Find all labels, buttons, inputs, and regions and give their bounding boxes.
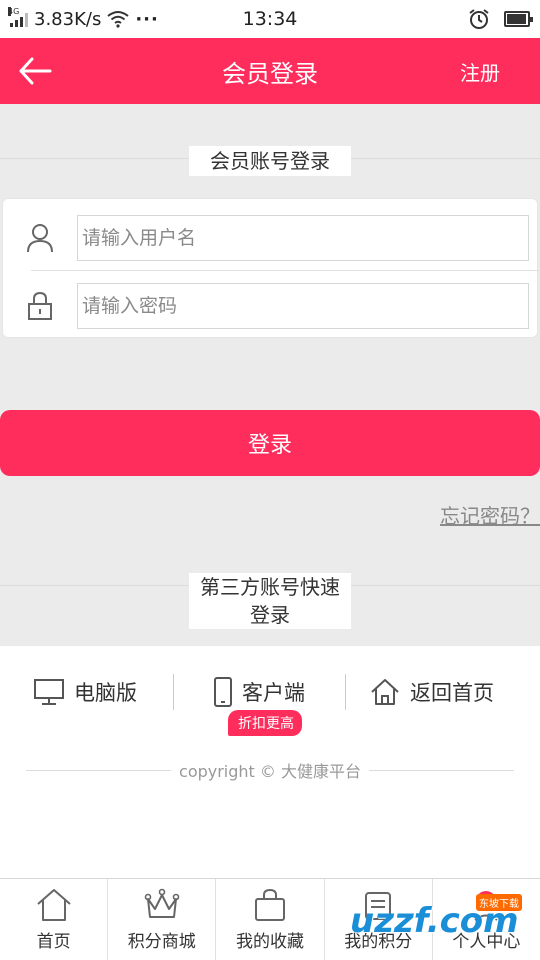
client-app-link[interactable]: 客户端 bbox=[214, 677, 305, 707]
password-row bbox=[3, 271, 539, 341]
platform-separator bbox=[345, 674, 346, 710]
password-input[interactable] bbox=[77, 283, 529, 329]
network-type: 4G bbox=[8, 7, 20, 16]
status-bar: 4G 3.83K/s ··· 13:34 bbox=[0, 0, 540, 38]
signal-icon: 4G bbox=[8, 7, 28, 27]
user-center-icon bbox=[474, 891, 499, 921]
battery-fill bbox=[507, 14, 526, 24]
points-icon bbox=[365, 892, 392, 920]
bottom-nav: 首页 积分商城 我的收藏 我的积分 个人中心 bbox=[0, 878, 540, 960]
more-status-icon: ··· bbox=[135, 8, 159, 30]
nav-item-label: 积分商城 bbox=[127, 932, 196, 952]
nav-item-points-mall[interactable]: 积分商城 bbox=[108, 879, 217, 960]
register-link[interactable]: 注册 bbox=[460, 57, 500, 86]
platform-separator bbox=[173, 674, 174, 710]
client-app-label: 客户端 bbox=[242, 681, 305, 705]
alarm-icon bbox=[469, 9, 489, 29]
copyright-row: copyright © 大健康平台 bbox=[26, 758, 515, 782]
back-to-home-label: 返回首页 bbox=[410, 681, 494, 705]
username-input[interactable] bbox=[77, 215, 529, 261]
nav-item-label: 我的积分 bbox=[344, 932, 413, 952]
app-header: 会员登录 注册 bbox=[0, 38, 540, 104]
back-button[interactable] bbox=[0, 38, 70, 104]
username-row bbox=[3, 203, 539, 273]
discount-badge: 折扣更高 bbox=[228, 710, 302, 736]
home-icon bbox=[371, 679, 399, 705]
login-section-title: 会员账号登录 bbox=[189, 146, 351, 176]
status-left: 4G 3.83K/s ··· bbox=[8, 7, 159, 30]
platform-links: 电脑版 客户端 返回首页 bbox=[0, 672, 540, 712]
crown-icon bbox=[144, 888, 180, 918]
arrow-left-icon bbox=[19, 57, 52, 85]
status-right bbox=[468, 8, 533, 30]
monitor-icon bbox=[34, 679, 64, 705]
forgot-password-link[interactable]: 忘记密码？ bbox=[440, 500, 540, 529]
back-to-home-link[interactable]: 返回首页 bbox=[370, 677, 494, 707]
nav-item-label: 首页 bbox=[36, 932, 71, 952]
nav-item-favorites[interactable]: 我的收藏 bbox=[216, 879, 325, 960]
nav-item-label: 我的收藏 bbox=[236, 932, 304, 952]
page-title: 会员登录 bbox=[222, 59, 318, 88]
wifi-icon bbox=[107, 11, 129, 28]
copyright-line bbox=[26, 769, 172, 771]
network-speed: 3.83K/s bbox=[34, 8, 102, 30]
copyright-line bbox=[369, 769, 515, 771]
copyright-text: copyright © 大健康平台 bbox=[179, 762, 361, 781]
nav-item-home[interactable]: 首页 bbox=[0, 879, 109, 960]
third-party-title-line2: 登录 bbox=[250, 603, 290, 627]
nav-item-user-center[interactable]: 个人中心 bbox=[433, 879, 540, 960]
user-icon bbox=[3, 223, 77, 253]
desktop-version-label: 电脑版 bbox=[74, 681, 137, 705]
login-button[interactable]: 登录 bbox=[0, 410, 540, 476]
battery-icon bbox=[504, 11, 533, 27]
nav-item-my-points[interactable]: 我的积分 bbox=[325, 879, 433, 960]
platform-panel: 电脑版 客户端 返回首页 折扣更高 copyright © 大健康平台 bbox=[0, 646, 540, 878]
login-form bbox=[2, 198, 539, 341]
nav-item-label: 个人中心 bbox=[452, 932, 521, 952]
third-party-section-title: 第三方账号快速 登录 bbox=[189, 573, 351, 629]
desktop-version-link[interactable]: 电脑版 bbox=[34, 677, 137, 707]
bag-icon bbox=[255, 888, 285, 921]
lock-icon bbox=[3, 291, 77, 321]
phone-icon bbox=[214, 677, 232, 707]
third-party-title-line1: 第三方账号快速 bbox=[200, 575, 340, 599]
home-icon bbox=[36, 889, 71, 921]
